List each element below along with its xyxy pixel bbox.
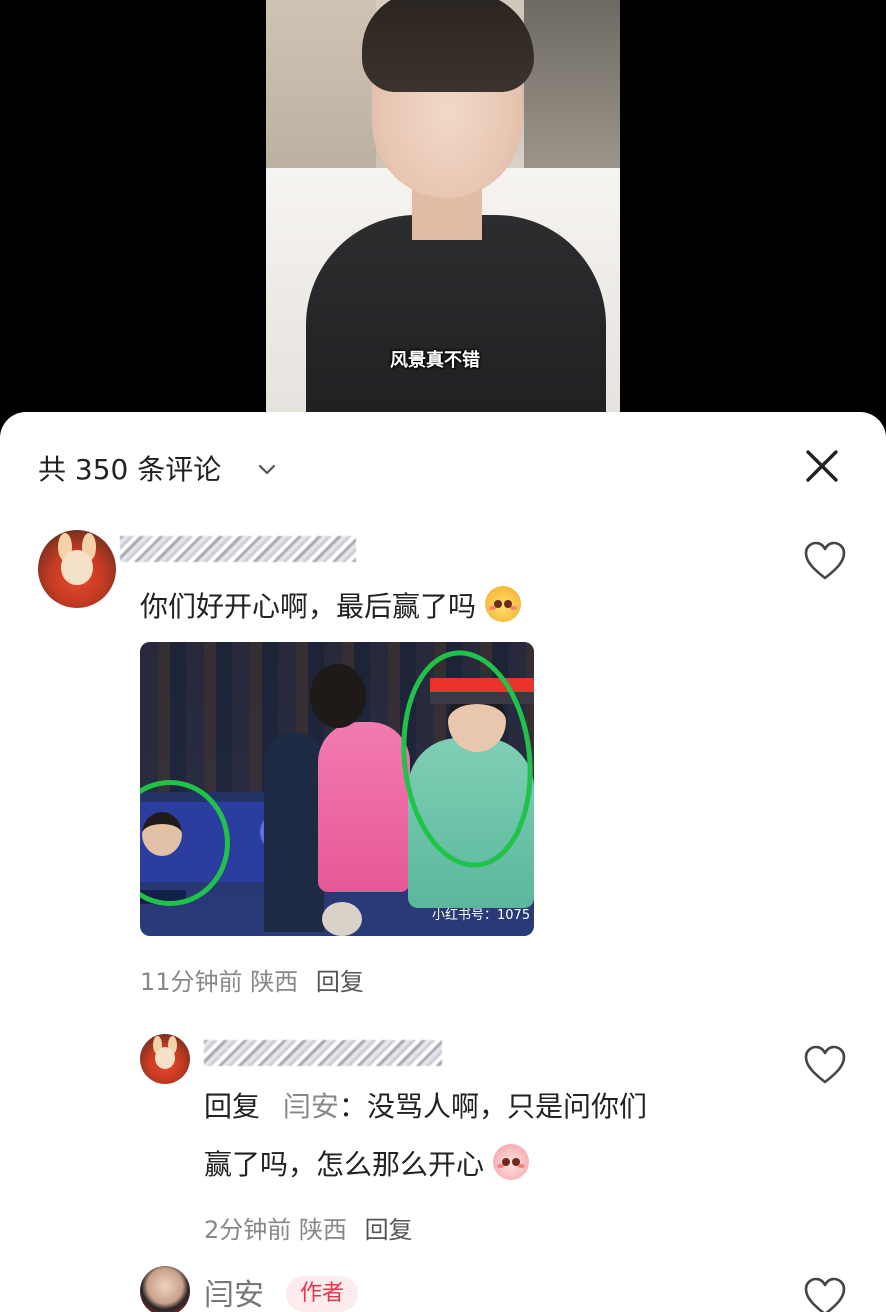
heart-icon[interactable] <box>802 540 848 582</box>
reply-prefix: 回复 <box>204 1090 261 1123</box>
peach-face-emoji-icon <box>492 1144 529 1180</box>
comment-image[interactable]: 小红书号：1075 <box>140 642 534 936</box>
photo-green-circle <box>140 780 230 906</box>
avatar[interactable] <box>140 1266 190 1312</box>
reply-button[interactable]: 回复 <box>365 1216 413 1244</box>
video-person-shirt <box>306 215 606 412</box>
close-icon[interactable] <box>800 444 844 488</box>
reply-button[interactable]: 回复 <box>316 968 364 996</box>
reply-colon: ： <box>338 1090 367 1123</box>
photo-player-pink <box>318 722 410 892</box>
reply-text-part1: 没骂人啊，只是问你们 <box>366 1090 647 1123</box>
reply-text-part2: 赢了吗，怎么那么开心 <box>204 1148 485 1181</box>
comments-header: 共 350 条评论 <box>0 412 886 522</box>
avatar-face <box>155 1047 175 1069</box>
photo-player-head <box>310 664 366 728</box>
photo-person-jacket <box>264 732 324 932</box>
comment-text[interactable]: 你们好开心啊，最后赢了吗 <box>140 580 521 634</box>
comment-location: 陕西 <box>250 968 299 996</box>
avatar-face <box>61 550 93 585</box>
photo-paddle <box>322 902 362 936</box>
chevron-down-icon[interactable] <box>256 458 278 480</box>
comment-time: 11分钟前 <box>140 968 243 996</box>
reply-to-user[interactable]: 闫安 <box>283 1090 339 1123</box>
reply-text-line1[interactable]: 回复 闫安：没骂人啊，只是问你们 <box>204 1080 647 1134</box>
video-player[interactable]: 风景真不错 <box>0 0 886 430</box>
video-person-hair <box>362 0 534 92</box>
reply-meta: 2分钟前 陕西 回复 <box>204 1210 413 1245</box>
username-redacted[interactable] <box>204 1040 442 1066</box>
author-username[interactable]: 闫安 <box>204 1270 264 1312</box>
reply-item: 回复 闫安：没骂人啊，只是问你们 赢了吗，怎么那么开心 2分钟前 陕西 回复 <box>0 1034 886 1244</box>
video-bg-window <box>524 0 620 170</box>
reply-location: 陕西 <box>298 1216 347 1244</box>
avatar[interactable] <box>140 1034 190 1084</box>
avatar[interactable] <box>38 530 116 608</box>
comments-sheet: 共 350 条评论 你们好开心啊，最后赢了吗 小红书号：1075 11分钟前 陕… <box>0 412 886 1312</box>
photo-watermark: 小红书号：1075 <box>432 908 531 923</box>
username-redacted[interactable] <box>120 536 356 562</box>
reply-time: 2分钟前 <box>204 1216 292 1244</box>
heart-icon[interactable] <box>802 1044 848 1086</box>
comment-count-title[interactable]: 共 350 条评论 <box>38 448 221 488</box>
reply-text-line2[interactable]: 赢了吗，怎么那么开心 <box>204 1138 529 1192</box>
author-reply-item: 闫安 作者 <box>0 1266 886 1312</box>
comment-meta: 11分钟前 陕西 回复 <box>140 962 364 997</box>
heart-icon[interactable] <box>802 1276 848 1312</box>
video-subtitle: 风景真不错 <box>390 350 480 371</box>
author-badge: 作者 <box>286 1276 359 1312</box>
comment-text-content: 你们好开心啊，最后赢了吗 <box>140 590 477 623</box>
pineapple-face-emoji-icon <box>484 586 521 622</box>
comment-item: 你们好开心啊，最后赢了吗 小红书号：1075 11分钟前 陕西 回复 <box>0 530 886 1030</box>
